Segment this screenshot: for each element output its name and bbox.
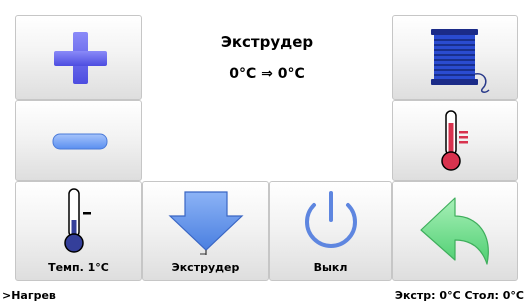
filament-spool-icon [431,29,490,93]
back-button[interactable] [392,181,518,281]
status-temperatures: Экстр: 0°C Стол: 0°C [394,289,524,302]
temp-step-button[interactable]: Темп. 1°C [15,181,142,281]
plus-icon [54,32,107,84]
back-arrow-icon [420,197,489,265]
temperature-readout: 0°C ⇒ 0°C [229,66,305,82]
heat-button[interactable] [392,100,518,181]
thermometer-hot-icon [441,110,468,171]
off-label: Выкл [313,261,348,274]
extruder-label: Экструдер [171,261,240,274]
filament-button[interactable] [392,15,518,100]
page-title: Экструдер [220,33,314,51]
decrease-temp-button[interactable] [15,100,142,181]
extruder-button[interactable]: Экструдер [142,181,269,281]
temp-step-label: Темп. 1°C [48,261,109,274]
status-message: >Нагрев [2,289,56,302]
minus-icon [52,133,108,150]
increase-temp-button[interactable] [15,15,142,100]
off-button[interactable]: Выкл [269,181,392,281]
